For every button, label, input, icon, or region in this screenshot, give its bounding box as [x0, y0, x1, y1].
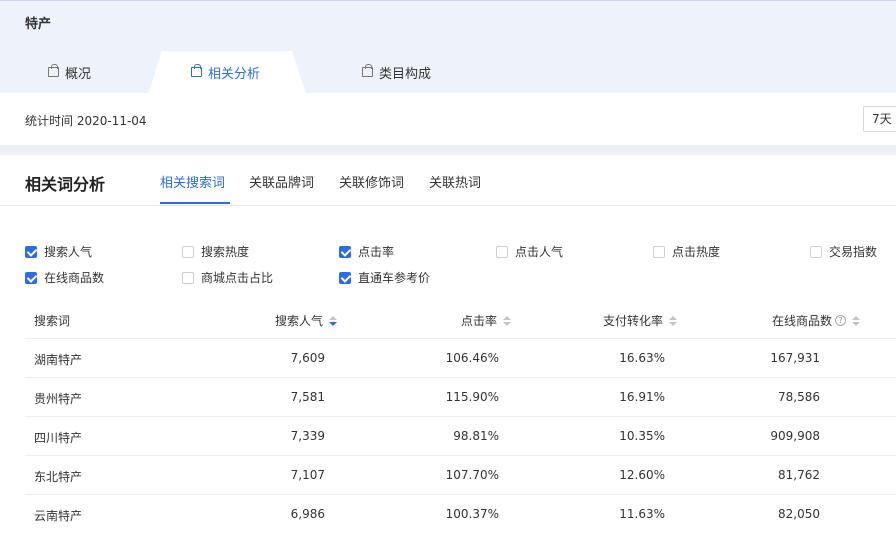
cell-click-rate: 106.46% — [445, 351, 499, 365]
cell-search-popularity: 7,609 — [290, 351, 325, 365]
checkbox-label: 搜索人气 — [44, 245, 93, 259]
cell-online-items: 81,762 — [778, 468, 820, 482]
subtab-modifier-words[interactable]: 关联修饰词 — [339, 172, 404, 191]
cell-keyword[interactable]: 贵州特产 — [34, 390, 82, 407]
checkbox-label: 搜索热度 — [201, 245, 250, 259]
shopping-bag-icon — [48, 63, 59, 77]
cell-keyword[interactable]: 湖南特产 — [34, 351, 82, 368]
date-bar: 统计时间 2020-11-04 7天 — [0, 93, 896, 145]
sort-icon[interactable] — [329, 315, 338, 326]
subtab-hot-words[interactable]: 关联热词 — [429, 172, 481, 191]
cell-keyword[interactable]: 东北特产 — [34, 468, 82, 485]
tab-label: 相关分析 — [208, 67, 261, 82]
metric-checkbox-search-heat[interactable]: 搜索热度 — [182, 243, 249, 260]
metric-checkbox-trade-index[interactable]: 交易指数 — [810, 243, 877, 260]
checkbox-label: 商城点击占比 — [201, 271, 274, 285]
date-range-button[interactable]: 7天 — [863, 106, 896, 132]
tab-label: 类目构成 — [379, 67, 432, 82]
tab-category-composition[interactable]: 类目构成 — [362, 51, 431, 94]
tab-label: 概况 — [65, 67, 92, 82]
metric-checkbox-click-heat[interactable]: 点击热度 — [653, 243, 720, 260]
table-header: 搜索词 搜索人气 点击率 支付转化率 在线商品数 ? — [25, 300, 896, 338]
help-icon[interactable]: ? — [835, 315, 847, 326]
checkbox[interactable] — [496, 245, 508, 258]
metric-checkbox-online-items[interactable]: 在线商品数 — [25, 269, 104, 286]
checkbox[interactable] — [339, 271, 351, 284]
cell-online-items: 78,586 — [778, 390, 820, 404]
cell-online-items: 82,050 — [778, 507, 820, 521]
sort-icon[interactable] — [503, 315, 512, 326]
table-row[interactable]: 贵州特产 7,581 115.90% 16.91% 78,586 — [25, 377, 896, 416]
shopping-bag-icon — [362, 63, 373, 77]
top-header: 特产 概况 相关分析 类目构成 — [0, 0, 896, 94]
column-header-pay-conversion[interactable]: 支付转化率 — [603, 312, 678, 329]
stat-time: 统计时间 2020-11-04 — [25, 114, 147, 128]
cell-pay-conversion: 16.63% — [619, 351, 665, 365]
subtab-related-search-words[interactable]: 相关搜索词 — [160, 172, 225, 191]
cell-search-popularity: 6,986 — [290, 507, 325, 521]
checkbox-label: 在线商品数 — [44, 271, 105, 285]
cell-keyword[interactable]: 云南特产 — [34, 507, 82, 524]
checkbox-label: 点击人气 — [515, 245, 564, 259]
column-header-click-rate[interactable]: 点击率 — [461, 312, 512, 329]
cell-online-items: 909,908 — [770, 429, 820, 443]
related-words-panel: 相关词分析 相关搜索词 关联品牌词 关联修饰词 关联热词 搜索人气 搜索热度 点… — [0, 155, 896, 539]
panel-title: 相关词分析 — [25, 175, 106, 194]
tab-related-analysis[interactable]: 相关分析 — [191, 51, 260, 94]
cell-search-popularity: 7,339 — [290, 429, 325, 443]
sort-icon[interactable] — [669, 315, 678, 326]
cell-click-rate: 98.81% — [453, 429, 499, 443]
metric-checkbox-mall-click-share[interactable]: 商城点击占比 — [182, 269, 273, 286]
checkbox[interactable] — [182, 245, 194, 258]
checkbox-label: 交易指数 — [829, 245, 878, 259]
table-row[interactable]: 四川特产 7,339 98.81% 10.35% 909,908 — [25, 416, 896, 455]
checkbox[interactable] — [653, 245, 665, 258]
column-header-search-popularity[interactable]: 搜索人气 — [275, 312, 338, 329]
checkbox[interactable] — [25, 271, 37, 284]
checkbox[interactable] — [810, 245, 822, 258]
column-header-keyword: 搜索词 — [34, 314, 71, 328]
cell-pay-conversion: 16.91% — [619, 390, 665, 404]
cell-online-items: 167,931 — [770, 351, 820, 365]
checkbox-label: 直通车参考价 — [358, 271, 431, 285]
column-header-online-items[interactable]: 在线商品数 ? — [772, 312, 861, 329]
shopping-bag-icon — [191, 63, 202, 77]
cell-pay-conversion: 10.35% — [619, 429, 665, 443]
cell-search-popularity: 7,581 — [290, 390, 325, 404]
divider — [0, 205, 896, 206]
subtab-brand-words[interactable]: 关联品牌词 — [249, 172, 314, 191]
table-row[interactable]: 湖南特产 7,609 106.46% 16.63% 167,931 — [25, 338, 896, 377]
cell-keyword[interactable]: 四川特产 — [34, 429, 82, 446]
page-title: 特产 — [25, 17, 52, 32]
table-row[interactable]: 东北特产 7,107 107.70% 12.60% 81,762 — [25, 455, 896, 494]
cell-pay-conversion: 12.60% — [619, 468, 665, 482]
cell-pay-conversion: 11.63% — [619, 507, 665, 521]
checkbox-label: 点击率 — [358, 245, 395, 259]
cell-click-rate: 115.90% — [445, 390, 499, 404]
tab-overview[interactable]: 概况 — [48, 51, 91, 94]
active-subtab-indicator — [160, 202, 230, 204]
cell-search-popularity: 7,107 — [290, 468, 325, 482]
metric-checkbox-ztc-reference-price[interactable]: 直通车参考价 — [339, 269, 430, 286]
metric-checkbox-search-popularity[interactable]: 搜索人气 — [25, 243, 92, 260]
cell-click-rate: 107.70% — [445, 468, 499, 482]
checkbox[interactable] — [182, 271, 194, 284]
metric-checkbox-click-popularity[interactable]: 点击人气 — [496, 243, 563, 260]
checkbox[interactable] — [339, 245, 351, 258]
cell-click-rate: 100.37% — [445, 507, 499, 521]
table-row[interactable]: 云南特产 6,986 100.37% 11.63% 82,050 — [25, 494, 896, 533]
metric-checkbox-click-rate[interactable]: 点击率 — [339, 243, 394, 260]
sort-icon[interactable] — [852, 315, 861, 326]
checkbox-label: 点击热度 — [672, 245, 721, 259]
checkbox[interactable] — [25, 245, 37, 258]
